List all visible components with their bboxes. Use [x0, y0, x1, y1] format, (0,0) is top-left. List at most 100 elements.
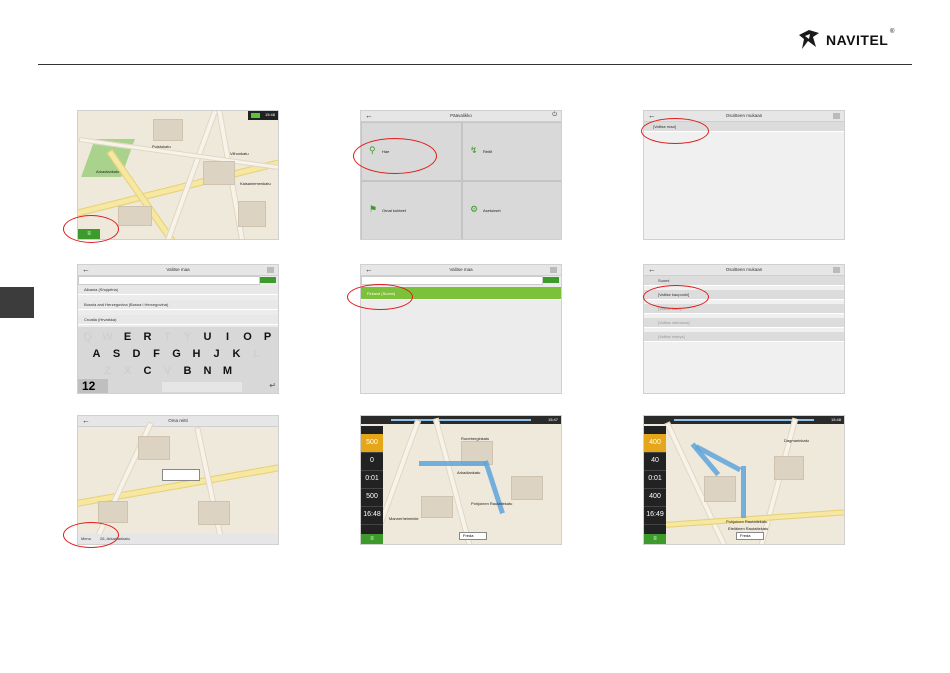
menu-button[interactable]: ≡	[361, 534, 383, 544]
map-building	[238, 201, 266, 227]
enter-icon[interactable]: ↵	[269, 381, 276, 390]
key[interactable]: X	[118, 363, 137, 380]
key[interactable]: P	[258, 329, 277, 346]
battery-icon	[251, 113, 260, 118]
confirm-button[interactable]	[260, 277, 276, 283]
highlight-circle	[643, 285, 709, 309]
brand-name: NAVITEL	[826, 32, 889, 48]
key[interactable]: H	[187, 346, 206, 363]
flag-icon: ⚑	[369, 204, 378, 214]
tile-settings[interactable]: ⚙ Asetukset	[462, 181, 561, 239]
street-label: Vilhonkatu	[230, 151, 249, 156]
map-icon[interactable]	[833, 267, 840, 273]
speed-limit: 400	[644, 434, 666, 453]
status-bar: 15:48	[248, 111, 278, 120]
key[interactable]: C	[138, 363, 157, 380]
key[interactable]: M	[218, 363, 237, 380]
key[interactable]: E	[118, 329, 137, 346]
tile-label: Reitit	[483, 149, 493, 154]
current-speed: 40	[644, 452, 666, 471]
clock: 15:47	[547, 417, 558, 422]
street-label: Pohjoinen Rautatiekatu	[471, 501, 513, 506]
clock: 15:48	[264, 112, 275, 117]
screen-title: Oma reitti	[168, 418, 188, 423]
key[interactable]: F	[147, 346, 166, 363]
location-label: Freda	[740, 533, 751, 538]
title-bar: ← Osoitteen mukaan	[644, 265, 844, 276]
key[interactable]: W	[98, 329, 117, 346]
tile-my-places[interactable]: ⚑ Omat kohteet	[361, 181, 462, 239]
screenshot-navigation-1: 15:47 Arkadiankatu Runeberginkatu Pohjoi…	[360, 415, 562, 545]
map-icon[interactable]	[833, 113, 840, 119]
map-building	[203, 161, 235, 185]
key[interactable]: L	[247, 346, 266, 363]
map-icon[interactable]	[550, 267, 557, 273]
key[interactable]: Y	[178, 329, 197, 346]
key[interactable]: S	[107, 346, 126, 363]
list-item[interactable]: [Valitse risteys]	[644, 332, 844, 342]
key[interactable]: A	[87, 346, 106, 363]
key[interactable]: D	[127, 346, 146, 363]
numbers-key[interactable]: 12	[78, 379, 108, 393]
clock: 15:48	[830, 417, 841, 422]
key[interactable]: Z	[98, 363, 117, 380]
destination-popup[interactable]	[162, 469, 200, 481]
search-input[interactable]	[78, 276, 260, 285]
map-building	[118, 206, 152, 226]
location-box: Freda	[459, 532, 487, 540]
tile-routes[interactable]: ↯ Reitit	[462, 122, 561, 181]
title-bar: ← Valitse maa	[78, 265, 278, 276]
route-line	[483, 460, 505, 515]
list-item[interactable]: Bosnia and Herzegovina (Bosna i Hercegov…	[78, 300, 278, 310]
key[interactable]: G	[167, 346, 186, 363]
key[interactable]: N	[198, 363, 217, 380]
street-label: Pohjoinen Rautatiekatu	[726, 519, 768, 524]
navitel-logo: NAVITEL ®	[796, 25, 906, 55]
space-key[interactable]	[162, 382, 242, 392]
map-road	[194, 426, 228, 544]
street-label: Arkadiankatu	[96, 169, 120, 174]
key[interactable]: O	[238, 329, 257, 346]
key[interactable]: U	[198, 329, 217, 346]
route-icon: ↯	[470, 145, 478, 155]
highlight-circle	[63, 522, 119, 548]
key[interactable]: V	[158, 363, 177, 380]
key[interactable]: I	[218, 329, 237, 346]
power-icon[interactable]: ⏻	[552, 112, 557, 119]
side-tab	[0, 287, 34, 318]
key[interactable]: R	[138, 329, 157, 346]
menu-button[interactable]: ≡	[644, 534, 666, 544]
street-label: Kaisaniemenkatu	[240, 181, 271, 186]
list-item[interactable]: Albania (Shqipëria)	[78, 285, 278, 295]
key[interactable]: B	[178, 363, 197, 380]
key[interactable]: T	[158, 329, 177, 346]
time-remaining: 0:01	[361, 470, 383, 489]
street-label: Puistokatu	[152, 144, 171, 149]
screen-title: Valitse maa	[449, 267, 473, 272]
key[interactable]: Q	[78, 329, 97, 346]
map-building	[774, 456, 804, 480]
confirm-button[interactable]	[543, 277, 559, 283]
map-icon[interactable]	[267, 267, 274, 273]
keyboard: Q W E R T Y U I O P A S D F G H J K L Z …	[78, 327, 278, 393]
screen-title: Päävalikko	[450, 113, 472, 118]
screen-title: Valitse maa	[166, 267, 190, 272]
distance-remaining: 500	[361, 488, 383, 507]
map-building	[704, 476, 736, 502]
map-building	[421, 496, 453, 518]
list-item[interactable]: Croatia (Hrvatska)	[78, 315, 278, 325]
route-line	[741, 466, 746, 518]
header-divider	[38, 64, 912, 65]
time-remaining: 0:01	[644, 470, 666, 489]
tile-label: Asetukset	[483, 208, 501, 213]
current-speed: 0	[361, 452, 383, 471]
key[interactable]: K	[227, 346, 246, 363]
title-bar: ← Päävalikko ⏻	[361, 111, 561, 122]
list-item[interactable]: [Valitse rakennus]	[644, 318, 844, 328]
highlight-circle	[347, 284, 413, 310]
tile-label: Omat kohteet	[382, 208, 407, 213]
street-label: Mannerheimintie	[389, 516, 419, 521]
map-building	[198, 501, 230, 525]
key[interactable]: J	[207, 346, 226, 363]
route-line	[419, 461, 487, 466]
